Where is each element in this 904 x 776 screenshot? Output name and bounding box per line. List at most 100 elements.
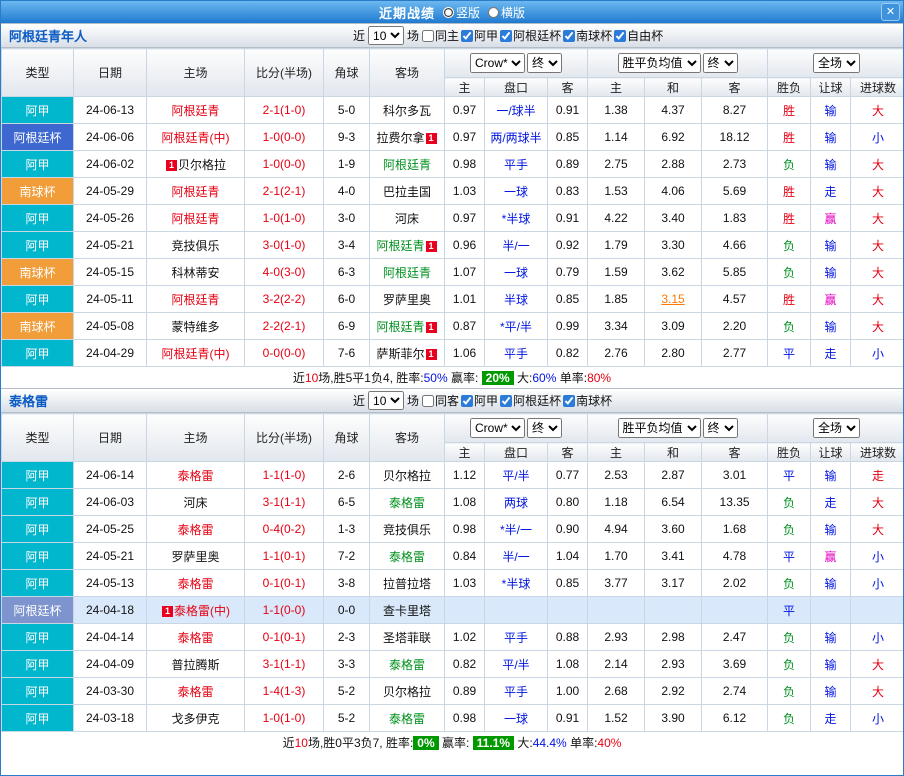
filter-阿甲[interactable]: 阿甲	[461, 392, 498, 409]
cell-handicap-result: 输	[811, 462, 851, 489]
cell-eu-draw: 3.60	[645, 516, 702, 543]
cell-corners: 3-0	[324, 205, 370, 232]
summary-bar: 近10场,胜5平1负4, 胜率:50% 赢率: 20% 大:60% 单率:80%	[1, 367, 903, 388]
scope-select[interactable]: 全场	[813, 53, 860, 73]
cell-goals-result: 大	[851, 678, 904, 705]
filter-自由杯[interactable]: 自由杯	[614, 27, 663, 44]
cell-asia-home-odds: 1.07	[445, 259, 485, 286]
horizontal-radio[interactable]	[488, 7, 499, 18]
vertical-radio[interactable]	[443, 7, 454, 18]
cell-score: 1-0(1-0)	[245, 705, 324, 732]
scope-select[interactable]: 全场	[813, 418, 860, 438]
cell-corners: 7-2	[324, 543, 370, 570]
summary-text: 赢率:	[448, 369, 482, 386]
cell-score: 0-4(0-2)	[245, 516, 324, 543]
filter-checkbox[interactable]	[614, 30, 626, 42]
cell-goals-result: 小	[851, 624, 904, 651]
summary-text: 单率:	[556, 369, 587, 386]
cell-date: 24-04-09	[74, 651, 147, 678]
filter-checkbox[interactable]	[422, 395, 434, 407]
cell-goals-result: 小	[851, 124, 904, 151]
filter-checkbox[interactable]	[563, 30, 575, 42]
summary-text: 大:	[514, 734, 533, 751]
team-name-text: 阿根廷青	[171, 212, 219, 226]
team-name-text: 拉费尔拿	[376, 131, 424, 145]
cell-corners: 6-9	[324, 313, 370, 340]
filter-checkbox[interactable]	[422, 30, 434, 42]
cell-competition: 阿甲	[2, 151, 74, 178]
filter-阿根廷杯[interactable]: 阿根廷杯	[500, 27, 561, 44]
cell-home-team: 阿根廷青	[147, 178, 245, 205]
bookmaker-select[interactable]: Crow*	[470, 418, 525, 438]
recent-count-select[interactable]: 10	[368, 26, 404, 45]
cell-away-team: 罗萨里奥	[370, 286, 445, 313]
cell-eu-draw: 4.37	[645, 97, 702, 124]
match-row: 阿甲24-05-13泰格雷0-1(0-1)3-8拉普拉塔1.03*半球0.853…	[2, 570, 904, 597]
europe-avg-select[interactable]: 胜平负均值	[618, 53, 701, 73]
cell-date: 24-06-14	[74, 462, 147, 489]
match-row: 阿甲24-05-11阿根廷青3-2(2-2)6-0罗萨里奥1.01半球0.851…	[2, 286, 904, 313]
filter-南球杯[interactable]: 南球杯	[563, 392, 612, 409]
cell-eu-home: 2.68	[588, 678, 645, 705]
europe-odds-controls: 胜平负均值终	[588, 49, 768, 78]
cell-home-team: 泰格雷	[147, 570, 245, 597]
cell-handicap-result: 输	[811, 124, 851, 151]
team-name-text: 拉普拉塔	[383, 577, 431, 591]
europe-avg-select[interactable]: 胜平负均值	[618, 418, 701, 438]
col-eu-home: 主	[588, 78, 645, 97]
cell-home-team: 泰格雷	[147, 462, 245, 489]
cell-corners: 6-3	[324, 259, 370, 286]
cell-asia-handicap: 一球	[485, 259, 548, 286]
bookmaker-select[interactable]: Crow*	[470, 53, 525, 73]
cell-asia-away-odds: 0.90	[548, 516, 588, 543]
cell-corners: 3-3	[324, 651, 370, 678]
cell-asia-away-odds: 0.91	[548, 205, 588, 232]
filter-checkbox[interactable]	[563, 395, 575, 407]
cell-asia-handicap: 一/球半	[485, 97, 548, 124]
cell-eu-away: 8.27	[702, 97, 768, 124]
cell-asia-handicap: 半/一	[485, 543, 548, 570]
team-name-text: 巴拉圭国	[383, 185, 431, 199]
europe-final-select[interactable]: 终	[703, 53, 738, 73]
filter-同主[interactable]: 同主	[422, 27, 459, 44]
near-label: 近	[353, 27, 365, 44]
filter-checkbox[interactable]	[461, 395, 473, 407]
filter-checkbox[interactable]	[461, 30, 473, 42]
cell-eu-away: 4.66	[702, 232, 768, 259]
cell-result: 负	[768, 624, 811, 651]
filter-阿根廷杯[interactable]: 阿根廷杯	[500, 392, 561, 409]
filter-南球杯[interactable]: 南球杯	[563, 27, 612, 44]
team-name-text: 竞技俱乐	[171, 239, 219, 253]
match-row: 阿甲24-04-29阿根廷青(中)0-0(0-0)7-6萨斯菲尔11.06平手0…	[2, 340, 904, 367]
cell-corners: 5-2	[324, 678, 370, 705]
cell-handicap-result: 输	[811, 151, 851, 178]
summary-text: 10	[305, 371, 318, 385]
summary-text: 大:	[514, 369, 533, 386]
col-asia-away: 客	[548, 78, 588, 97]
filter-checkbox[interactable]	[500, 395, 512, 407]
cell-asia-away-odds: 0.77	[548, 462, 588, 489]
match-row: 南球杯24-05-29阿根廷青2-1(2-1)4-0巴拉圭国1.03一球0.83…	[2, 178, 904, 205]
cell-competition: 阿甲	[2, 651, 74, 678]
filter-同客[interactable]: 同客	[422, 392, 459, 409]
filter-checkbox[interactable]	[500, 30, 512, 42]
cell-eu-away: 5.85	[702, 259, 768, 286]
layout-option-vertical[interactable]: 竖版	[443, 4, 480, 21]
recent-count-select[interactable]: 10	[368, 391, 404, 410]
asia-final-select[interactable]: 终	[527, 53, 562, 73]
col-eu-away: 客	[702, 443, 768, 462]
cell-eu-draw: 3.30	[645, 232, 702, 259]
europe-final-select[interactable]: 终	[703, 418, 738, 438]
cell-eu-away: 1.68	[702, 516, 768, 543]
asia-final-select[interactable]: 终	[527, 418, 562, 438]
cell-asia-handicap: *平/半	[485, 313, 548, 340]
close-button[interactable]: ✕	[881, 3, 900, 21]
layout-option-horizontal[interactable]: 横版	[488, 4, 525, 21]
cell-asia-handicap: 平/半	[485, 651, 548, 678]
filter-阿甲[interactable]: 阿甲	[461, 27, 498, 44]
cell-asia-handicap: 平手	[485, 678, 548, 705]
summary-badge: 0%	[413, 736, 438, 750]
summary-text: 80%	[587, 371, 611, 385]
cell-asia-home-odds: 1.12	[445, 462, 485, 489]
match-row: 阿根廷杯24-06-06阿根廷青(中)1-0(0-0)9-3拉费尔拿10.97两…	[2, 124, 904, 151]
